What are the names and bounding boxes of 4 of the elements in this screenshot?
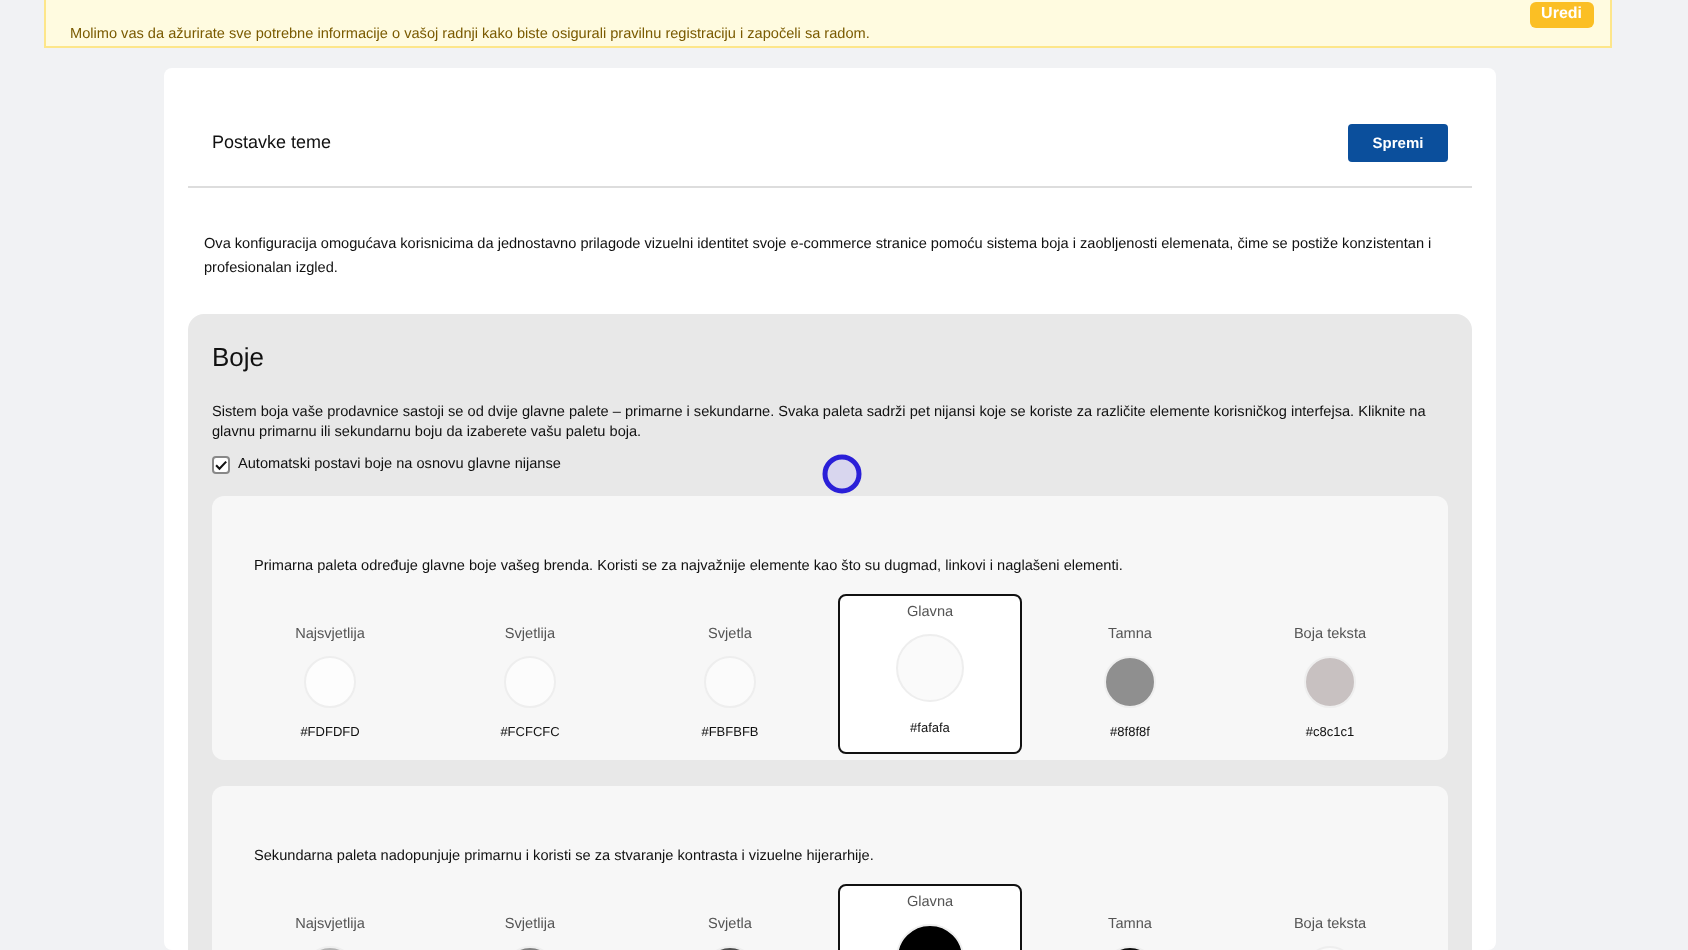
- click-indicator-icon: [822, 454, 862, 494]
- auto-colors-checkbox[interactable]: [212, 455, 230, 474]
- page-title: Postavke teme: [212, 129, 332, 156]
- section-title: Boje: [212, 340, 267, 377]
